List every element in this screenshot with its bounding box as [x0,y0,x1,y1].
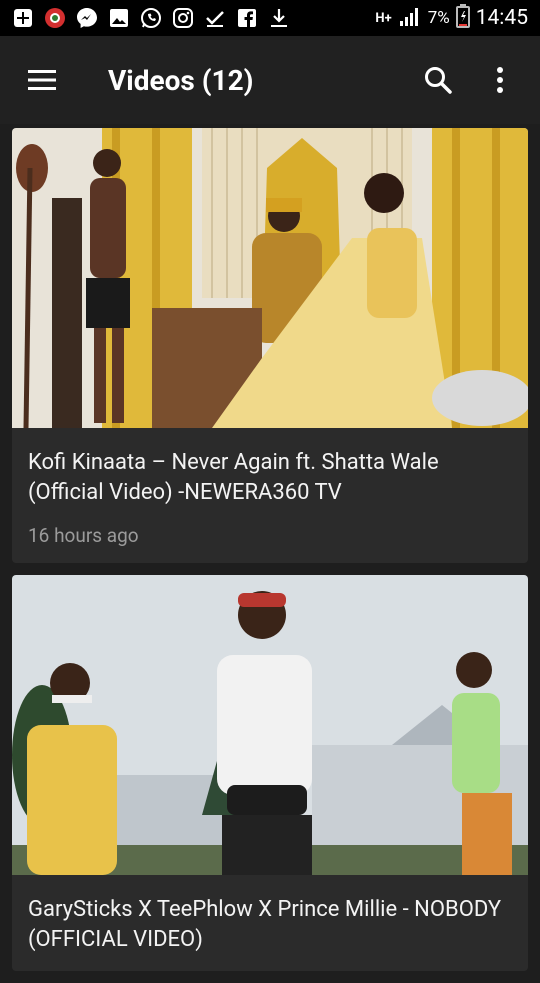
app-toolbar: Videos (12) [0,36,540,124]
search-button[interactable] [418,60,458,100]
video-title[interactable]: Kofi Kinaata – Never Again ft. Shatta Wa… [28,448,512,508]
clock: 14:45 [475,6,528,30]
video-list: Kofi Kinaata – Never Again ft. Shatta Wa… [12,128,528,983]
video-timestamp: 16 hours ago [28,524,139,547]
instagram-icon [170,5,196,31]
messenger-icon [74,5,100,31]
check-icon [202,5,228,31]
more-vert-icon [497,67,503,93]
status-bar: H+ 7% 14:45 [0,0,540,36]
whatsapp-icon [138,5,164,31]
video-title[interactable]: GarySticks X TeePhlow X Prince Millie - … [28,895,512,955]
overflow-menu-button[interactable] [480,60,520,100]
video-card[interactable]: Kofi Kinaata – Never Again ft. Shatta Wa… [12,128,528,563]
facebook-icon [234,5,260,31]
pinned-app-icon [42,5,68,31]
search-icon [425,67,452,94]
battery-icon [455,3,470,33]
hamburger-icon [28,70,56,90]
download-icon [266,5,292,31]
video-thumbnail[interactable] [12,575,528,875]
battery-percent: 7% [427,8,450,28]
page-title: Videos (12) [108,63,254,97]
gallery-icon [106,5,132,31]
add-box-icon [10,5,36,31]
signal-icon [398,5,422,32]
video-thumbnail[interactable] [12,128,528,428]
video-card[interactable]: GarySticks X TeePhlow X Prince Millie - … [12,575,528,971]
menu-button[interactable] [12,50,72,110]
network-type: H+ [375,10,392,26]
